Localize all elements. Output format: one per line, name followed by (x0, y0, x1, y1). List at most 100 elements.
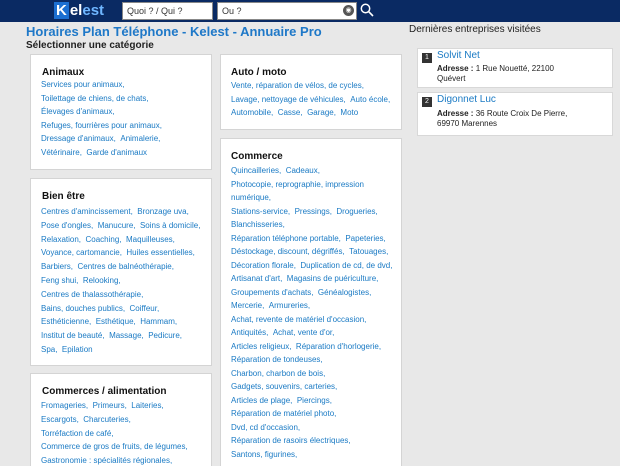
recent-name-2[interactable]: Digonnet Luc (437, 94, 496, 105)
category-link[interactable]: Décoration florale, (231, 261, 296, 270)
kelest-logo[interactable]: Kelest (54, 2, 104, 19)
category-link[interactable]: Relooking, (83, 276, 121, 285)
category-link[interactable]: Élevages d'animaux, (41, 107, 115, 116)
category-link[interactable]: Coaching, (85, 235, 121, 244)
category-link[interactable]: Services pour animaux, (41, 80, 125, 89)
category-link[interactable]: Charbon, charbon de bois, (231, 369, 325, 378)
category-link[interactable]: Dressage d'animaux, (41, 134, 116, 143)
category-card-bien-etre: Bien être Centres d'amincissement, Bronz… (30, 178, 212, 366)
category-link[interactable]: Pedicure, (148, 331, 182, 340)
category-link[interactable]: Lavage, nettoyage de véhicules, (231, 95, 346, 104)
search-icon[interactable] (360, 3, 374, 17)
category-link[interactable]: Généalogistes, (318, 288, 371, 297)
category-link[interactable]: Torréfaction de café, (41, 429, 113, 438)
recent-business-1[interactable]: 1 Solvit Net Adresse : 1 Rue Nouetté, 22… (417, 48, 613, 88)
category-link[interactable]: Photocopie, reprographie, impression (231, 180, 364, 189)
category-link[interactable]: Drogueries, (336, 207, 377, 216)
category-link[interactable]: Centres de thalassothérapie, (41, 290, 143, 299)
category-link[interactable]: Blanchisseries, (231, 220, 285, 229)
category-link[interactable]: Maquilleuses, (126, 235, 175, 244)
category-link[interactable]: Auto école, (350, 95, 390, 104)
category-link[interactable]: Réparation d'horlogerie, (296, 342, 381, 351)
search-where-input[interactable]: Ou ? (217, 2, 357, 20)
category-link[interactable]: Piercings, (297, 396, 332, 405)
category-link-row: Élevages d'animaux, (31, 107, 211, 116)
category-link[interactable]: Fromageries, (41, 401, 88, 410)
category-link[interactable]: Centres de balnéothérapie, (77, 262, 174, 271)
category-link[interactable]: Armureries, (269, 301, 310, 310)
category-link[interactable]: Articles religieux, (231, 342, 291, 351)
category-link[interactable]: Centres d'amincissement, (41, 207, 133, 216)
category-link[interactable]: Massage, (109, 331, 144, 340)
category-link[interactable]: Réparation de matériel photo, (231, 409, 336, 418)
category-link[interactable]: Quincailleries, (231, 166, 281, 175)
category-link[interactable]: Duplication de cd, de dvd, (300, 261, 392, 270)
category-link[interactable]: Esthétique, (96, 317, 136, 326)
category-link[interactable]: Escargots, (41, 415, 79, 424)
category-link[interactable]: Magasins de puériculture, (287, 274, 379, 283)
category-link[interactable]: Garage, (307, 108, 336, 117)
category-link-row: Dressage d'animaux, Animalerie, (31, 134, 211, 143)
category-link[interactable]: Mercerie, (231, 301, 264, 310)
category-link[interactable]: Relaxation, (41, 235, 81, 244)
category-link[interactable]: Articles de plage, (231, 396, 292, 405)
category-link[interactable]: Moto (340, 108, 358, 117)
category-link[interactable]: Pressings, (295, 207, 332, 216)
category-link[interactable]: Achat, vente d'or, (273, 328, 335, 337)
category-link[interactable]: Bains, douches publics, (41, 304, 125, 313)
category-link[interactable]: Spa, (41, 345, 57, 354)
category-link-row: Vétérinaire, Garde d'animaux (31, 148, 211, 157)
recent-business-2[interactable]: 2 Digonnet Luc Adresse : 36 Route Croix … (417, 92, 613, 136)
category-link[interactable]: Artisanat d'art, (231, 274, 282, 283)
category-link[interactable]: Casse, (278, 108, 303, 117)
category-link[interactable]: Refuges, fourrières pour animaux, (41, 121, 162, 130)
category-link[interactable]: Tatouages, (349, 247, 388, 256)
category-link[interactable]: Déstockage, discount, dégriffés, (231, 247, 345, 256)
category-link[interactable]: Achat, revente de matériel d'occasion, (231, 315, 366, 324)
category-link[interactable]: Soins à domicile, (140, 221, 200, 230)
category-link[interactable]: Esthéticienne, (41, 317, 91, 326)
category-link[interactable]: Gadgets, souvenirs, carteries, (231, 382, 337, 391)
category-link[interactable]: Stations-service, (231, 207, 290, 216)
category-link-row: Mercerie, Armureries, (221, 301, 401, 310)
address-line2: 69970 Marennes (437, 119, 498, 128)
category-link[interactable]: Automobile, (231, 108, 273, 117)
category-link[interactable]: Dvd, cd d'occasion, (231, 423, 300, 432)
search-what-input[interactable]: Quoi ? / Qui ? (122, 2, 213, 20)
category-link[interactable]: Réparation téléphone portable, (231, 234, 341, 243)
recent-number-1: 1 (422, 53, 432, 63)
category-link[interactable]: Vétérinaire, (41, 148, 82, 157)
category-link[interactable]: Voyance, cartomancie, (41, 248, 122, 257)
category-link[interactable]: Cadeaux, (286, 166, 320, 175)
recent-name-1[interactable]: Solvit Net (437, 50, 480, 61)
category-link[interactable]: Groupements d'achats, (231, 288, 313, 297)
category-link[interactable]: Huiles essentielles, (126, 248, 194, 257)
category-link[interactable]: Animalerie, (120, 134, 160, 143)
category-link[interactable]: Coiffeur, (130, 304, 160, 313)
category-link[interactable]: Papeteries, (345, 234, 385, 243)
category-link[interactable]: Manucure, (98, 221, 136, 230)
category-link[interactable]: Santons, figurines, (231, 450, 297, 459)
category-link[interactable]: Commerce de gros de fruits, de légumes, (41, 442, 188, 451)
category-link[interactable]: Barbiers, (41, 262, 73, 271)
category-link[interactable]: Bronzage uva, (137, 207, 189, 216)
location-pin-icon[interactable]: ◉ (343, 5, 354, 16)
category-link[interactable]: Pose d'ongles, (41, 221, 93, 230)
category-link[interactable]: Feng shui, (41, 276, 78, 285)
category-link[interactable]: Gastronomie : spécialités régionales, (41, 456, 172, 465)
category-link[interactable]: Epilation (62, 345, 93, 354)
category-link[interactable]: Réparation de tondeuses, (231, 355, 323, 364)
category-link[interactable]: Laiteries, (131, 401, 163, 410)
category-link[interactable]: Garde d'animaux (86, 148, 147, 157)
category-link[interactable]: Primeurs, (93, 401, 127, 410)
category-link[interactable]: Charcuteries, (83, 415, 131, 424)
category-link[interactable]: Hammam, (140, 317, 177, 326)
category-link[interactable]: Institut de beauté, (41, 331, 105, 340)
category-link[interactable]: Vente, réparation de vélos, de cycles, (231, 81, 364, 90)
page-title: Horaires Plan Téléphone - Kelest - Annua… (26, 24, 322, 39)
category-link[interactable]: Toilettage de chiens, de chats, (41, 94, 149, 103)
category-link[interactable]: Antiquités, (231, 328, 268, 337)
category-title-commerce: Commerce (231, 151, 283, 162)
category-link[interactable]: numérique, (231, 193, 271, 202)
category-link[interactable]: Réparation de rasoirs électriques, (231, 436, 351, 445)
